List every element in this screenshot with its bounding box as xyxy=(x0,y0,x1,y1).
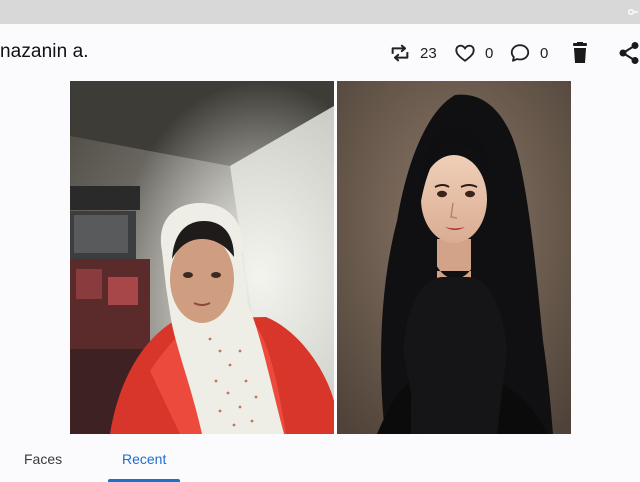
heart-icon xyxy=(455,44,475,62)
repost-count: 23 xyxy=(420,44,437,62)
tab-bar: Faces Recent xyxy=(0,440,640,482)
tab-faces[interactable]: Faces xyxy=(24,451,62,467)
share-icon xyxy=(619,42,639,64)
original-photo[interactable] xyxy=(70,81,334,434)
photo-comparison xyxy=(70,81,571,434)
generated-portrait[interactable] xyxy=(337,81,571,434)
like-count: 0 xyxy=(485,44,494,62)
tab-recent[interactable]: Recent xyxy=(122,451,166,467)
comment-button[interactable]: 0 xyxy=(509,40,548,66)
trash-icon xyxy=(573,42,587,63)
key-icon xyxy=(628,9,638,15)
like-button[interactable]: 0 xyxy=(454,40,493,66)
post-header: nazanin a. 23 0 0 xyxy=(0,30,640,76)
delete-button[interactable] xyxy=(570,40,590,66)
user-name[interactable]: nazanin a. xyxy=(0,41,89,63)
repost-button[interactable]: 23 xyxy=(389,40,437,66)
top-strip xyxy=(0,0,640,24)
share-button[interactable] xyxy=(618,40,640,66)
repost-icon xyxy=(391,44,409,62)
comment-count: 0 xyxy=(540,44,549,62)
comment-icon xyxy=(510,44,530,62)
